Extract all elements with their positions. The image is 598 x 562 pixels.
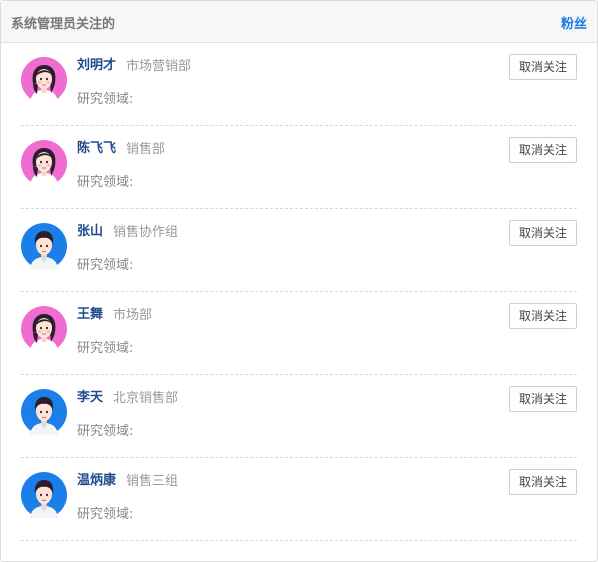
unfollow-button[interactable]: 取消关注: [509, 137, 577, 163]
user-department: 销售部: [126, 142, 166, 157]
follow-panel: 系统管理员关注的 粉丝 刘明才 市场营销部 研究领域: 取消关注 陈飞飞 销售部…: [0, 0, 598, 562]
user-department: 北京销售部: [113, 391, 179, 406]
panel-title: 系统管理员关注的: [11, 17, 116, 32]
research-field-label: 研究领域:: [77, 175, 134, 190]
research-field-label: 研究领域:: [77, 341, 134, 356]
unfollow-button[interactable]: 取消关注: [509, 469, 577, 495]
user-department: 市场营销部: [126, 59, 192, 74]
list-item: 张山 销售协作组 研究领域: 取消关注: [21, 209, 577, 292]
unfollow-button[interactable]: 取消关注: [509, 386, 577, 412]
follow-list: 刘明才 市场营销部 研究领域: 取消关注 陈飞飞 销售部 研究领域: 取消关注 …: [21, 43, 577, 541]
user-name[interactable]: 李天: [77, 386, 103, 405]
list-item: 陈飞飞 销售部 研究领域: 取消关注: [21, 126, 577, 209]
unfollow-button[interactable]: 取消关注: [509, 220, 577, 246]
research-field-label: 研究领域:: [77, 258, 134, 273]
fans-link[interactable]: 粉丝: [561, 13, 587, 32]
female-avatar-icon[interactable]: [21, 306, 67, 352]
female-avatar-icon[interactable]: [21, 57, 67, 103]
user-department: 销售协作组: [113, 225, 179, 240]
unfollow-button[interactable]: 取消关注: [509, 54, 577, 80]
user-name[interactable]: 温炳康: [77, 469, 116, 488]
user-department: 销售三组: [126, 474, 179, 489]
male-avatar-icon[interactable]: [21, 223, 67, 269]
research-field-label: 研究领域:: [77, 92, 134, 107]
male-avatar-icon[interactable]: [21, 472, 67, 518]
list-item: 温炳康 销售三组 研究领域: 取消关注: [21, 458, 577, 541]
research-field-label: 研究领域:: [77, 507, 134, 522]
user-department: 市场部: [113, 308, 153, 323]
user-name[interactable]: 王舞: [77, 303, 103, 322]
research-field-label: 研究领域:: [77, 424, 134, 439]
list-item: 刘明才 市场营销部 研究领域: 取消关注: [21, 43, 577, 126]
list-item: 李天 北京销售部 研究领域: 取消关注: [21, 375, 577, 458]
user-name[interactable]: 刘明才: [77, 54, 116, 73]
list-item: 王舞 市场部 研究领域: 取消关注: [21, 292, 577, 375]
unfollow-button[interactable]: 取消关注: [509, 303, 577, 329]
male-avatar-icon[interactable]: [21, 389, 67, 435]
user-name[interactable]: 张山: [77, 220, 103, 239]
panel-header: 系统管理员关注的 粉丝: [1, 1, 597, 43]
female-avatar-icon[interactable]: [21, 140, 67, 186]
user-name[interactable]: 陈飞飞: [77, 137, 116, 156]
